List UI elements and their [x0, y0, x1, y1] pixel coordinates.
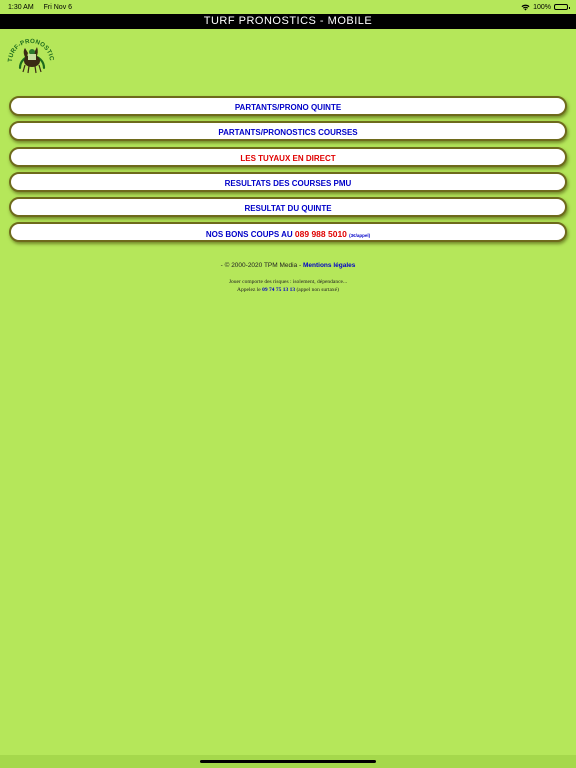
home-indicator[interactable] [200, 760, 376, 763]
bons-coups-button[interactable]: NOS BONS COUPS AU 089 988 5010 (3€/appel… [9, 222, 567, 243]
wifi-icon [521, 4, 530, 10]
warning-line-2: Appelez le 09 74 75 13 13 (appel non sur… [0, 286, 576, 294]
turf-pronostics-logo[interactable]: TURF-PRONOSTICS [6, 32, 54, 74]
bons-coups-label: NOS BONS COUPS AU [205, 230, 293, 240]
warning-prefix: Appelez le [237, 287, 261, 293]
status-bar: 1:30 AM Fri Nov 6 100% [0, 0, 576, 14]
battery-percent: 100% [533, 3, 551, 11]
partants-pronostics-courses-button[interactable]: PARTANTS/PRONOSTICS COURSES [9, 121, 567, 142]
copyright-text: - © 2000-2020 TPM Media - [220, 262, 302, 269]
status-date: Fri Nov 6 [43, 3, 73, 11]
battery-icon [554, 4, 570, 10]
bons-coups-price: (3€/appel) [349, 233, 371, 239]
warning-suffix: (appel non surtaxé) [296, 287, 339, 293]
status-right: 100% [521, 3, 570, 11]
resultats-courses-pmu-button[interactable]: RESULTATS DES COURSES PMU [9, 171, 567, 192]
bons-coups-phone: 089 988 5010 [294, 229, 347, 240]
status-time: 1:30 AM [8, 3, 34, 11]
main-menu: PARTANTS/PRONO QUINTE PARTANTS/PRONOSTIC… [9, 96, 567, 248]
copyright-line: - © 2000-2020 TPM Media - Mentions légal… [0, 262, 576, 269]
mentions-legales-link[interactable]: Mentions légales [303, 262, 355, 269]
footer: - © 2000-2020 TPM Media - Mentions légal… [0, 262, 576, 294]
partants-prono-quinte-button[interactable]: PARTANTS/PRONO QUINTE [9, 96, 567, 116]
gambling-warning: Jouer comporte des risques : isolement, … [0, 278, 576, 294]
tuyaux-en-direct-button[interactable]: LES TUYAUX EN DIRECT [9, 146, 567, 167]
warning-line-1: Jouer comporte des risques : isolement, … [228, 279, 348, 285]
status-left: 1:30 AM Fri Nov 6 [8, 4, 80, 11]
resultat-quinte-button[interactable]: RESULTAT DU QUINTE [9, 197, 567, 218]
page-title: TURF PRONOSTICS - MOBILE [0, 14, 576, 29]
warning-phone-number[interactable]: 09 74 75 13 13 [262, 287, 295, 293]
